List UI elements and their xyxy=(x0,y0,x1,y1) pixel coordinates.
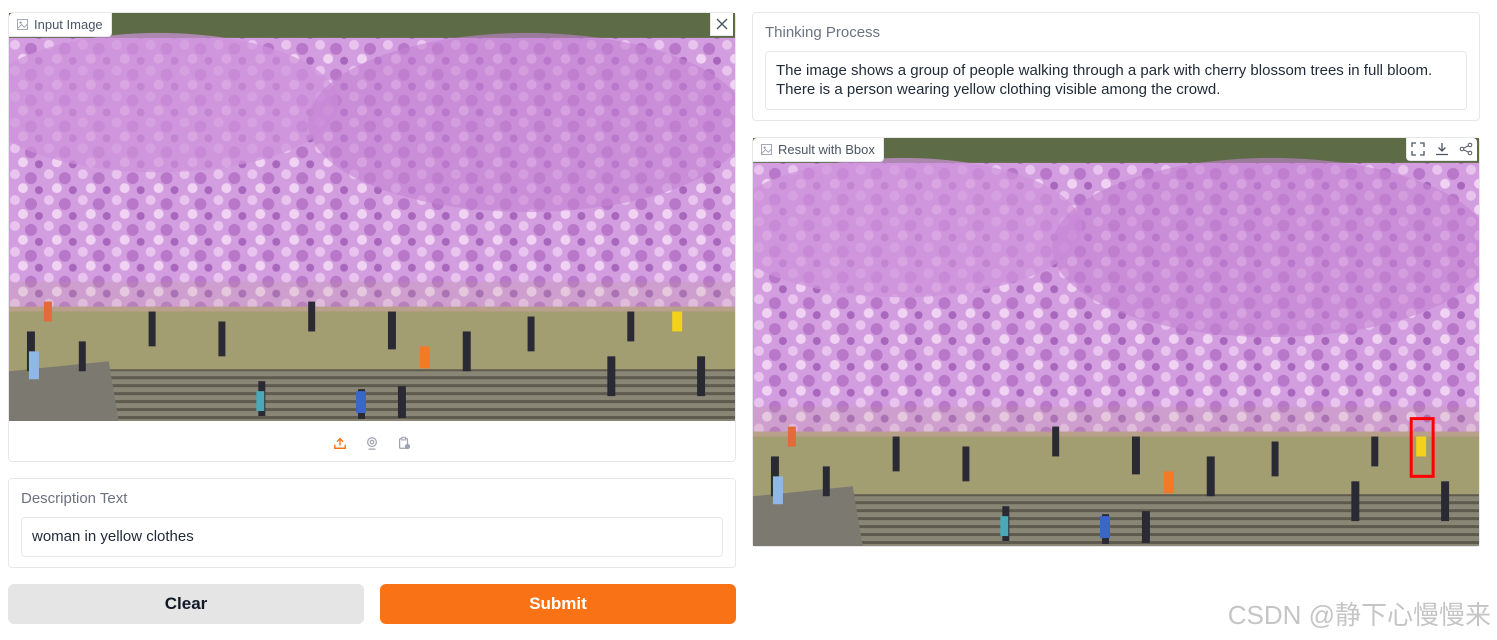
thinking-output: The image shows a group of people walkin… xyxy=(765,51,1467,110)
download-icon xyxy=(1436,143,1448,156)
input-image-panel: Input Image xyxy=(8,12,736,462)
upload-button[interactable] xyxy=(329,432,351,454)
webcam-icon xyxy=(367,437,377,450)
upload-icon xyxy=(334,437,346,449)
clipboard-button[interactable] xyxy=(393,432,415,454)
fullscreen-button[interactable] xyxy=(1407,138,1429,160)
image-icon xyxy=(761,144,772,155)
clear-image-button[interactable] xyxy=(710,13,733,36)
submit-button[interactable]: Submit xyxy=(380,584,736,624)
result-image xyxy=(753,138,1479,546)
webcam-button[interactable] xyxy=(361,432,383,454)
description-input[interactable]: woman in yellow clothes xyxy=(21,517,723,557)
download-button[interactable] xyxy=(1431,138,1453,160)
share-icon xyxy=(1459,142,1473,156)
close-icon xyxy=(716,18,728,30)
share-button[interactable] xyxy=(1455,138,1477,160)
result-label: Result with Bbox xyxy=(778,142,875,157)
thinking-panel: Thinking Process The image shows a group… xyxy=(752,12,1480,121)
clipboard-icon xyxy=(399,436,411,450)
watermark: CSDN @静下心慢慢来 xyxy=(1227,600,1491,630)
clear-button[interactable]: Clear xyxy=(8,584,364,624)
result-label-chip: Result with Bbox xyxy=(753,138,884,162)
input-image[interactable] xyxy=(9,13,735,421)
thinking-label: Thinking Process xyxy=(765,24,881,41)
image-icon xyxy=(17,19,28,30)
input-image-label-chip: Input Image xyxy=(9,13,112,37)
description-label: Description Text xyxy=(21,490,128,507)
image-source-toolbar xyxy=(9,429,735,457)
result-panel: Result with Bbox xyxy=(752,137,1480,547)
input-image-label: Input Image xyxy=(34,17,103,32)
fullscreen-icon xyxy=(1411,142,1425,156)
result-toolbar xyxy=(1406,138,1477,161)
description-panel: Description Text woman in yellow clothes xyxy=(8,478,736,568)
